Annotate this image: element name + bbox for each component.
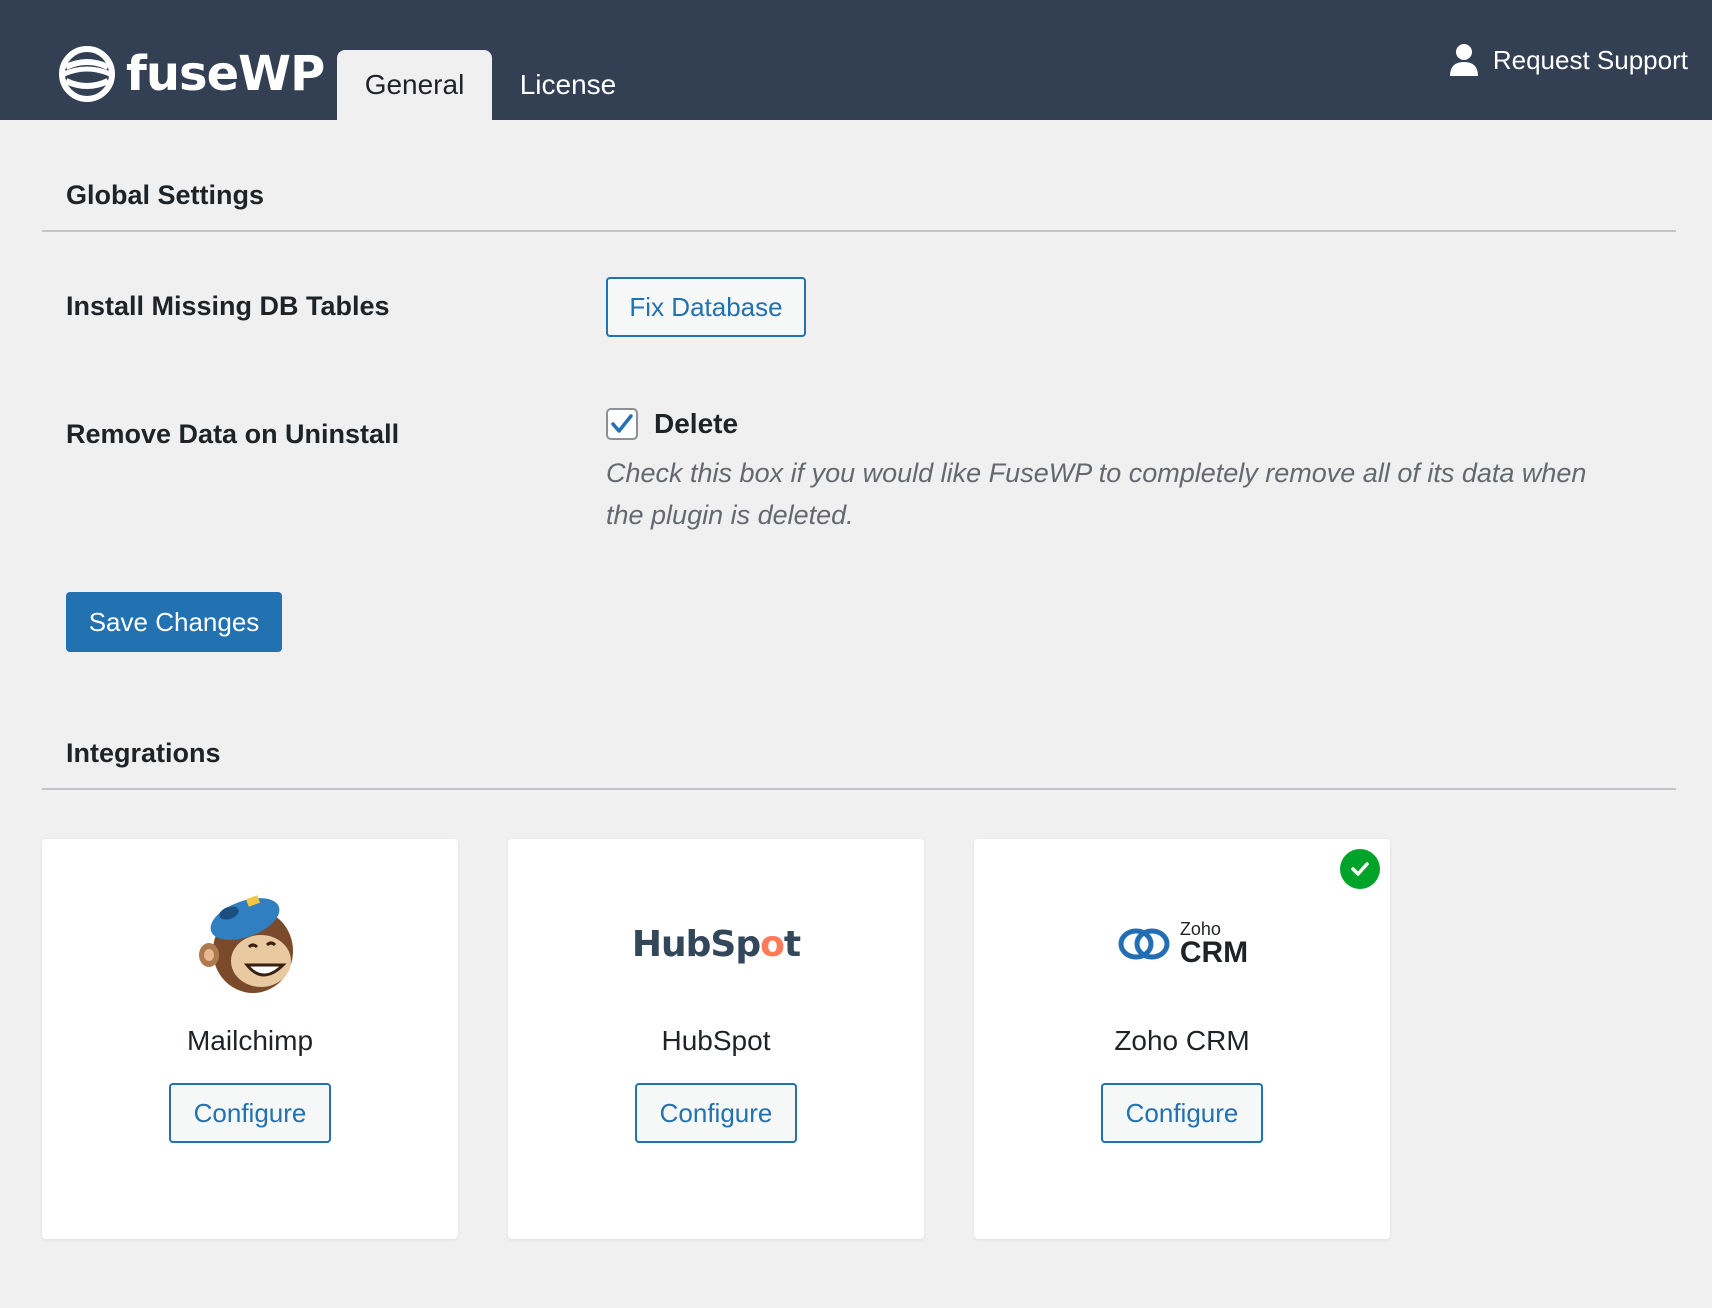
zoho-logo-text: Zoho CRM [1180, 920, 1248, 968]
fusewp-logo[interactable]: fuseWP [58, 44, 325, 104]
top-header: fuseWP General License Request Support [0, 0, 1712, 120]
zoho-big-text: CRM [1179, 936, 1249, 969]
configure-mailchimp-button[interactable]: Configure [169, 1083, 331, 1143]
user-icon [1449, 44, 1478, 76]
hubspot-logo-part: t [783, 923, 801, 965]
integration-name: HubSpot [661, 1025, 771, 1056]
connected-check-icon [1340, 849, 1380, 889]
fix-database-button[interactable]: Fix Database [606, 277, 806, 337]
mailchimp-icon [199, 895, 293, 993]
hubspot-logo: HubSpot [508, 889, 924, 999]
checkmark-icon [611, 414, 633, 433]
logo-text: fuseWP [126, 46, 325, 102]
divider [42, 230, 1676, 232]
save-changes-button[interactable]: Save Changes [66, 592, 282, 652]
integration-card-zoho-crm: Zoho CRM Zoho CRM Configure [974, 839, 1390, 1239]
fusewp-logo-icon [59, 46, 115, 102]
check-icon [1351, 862, 1369, 876]
divider [42, 788, 1676, 790]
zoho-crm-logo: Zoho CRM [974, 889, 1390, 999]
delete-checkbox-row[interactable]: Delete [606, 408, 738, 440]
hubspot-logo-part: HubSp [631, 923, 761, 965]
hubspot-sprocket-icon: o [760, 923, 785, 965]
hubspot-logo-text: HubSpot [631, 923, 801, 965]
mailchimp-logo [42, 889, 458, 999]
remove-data-description: Check this box if you would like FuseWP … [606, 458, 1587, 530]
install-db-label: Install Missing DB Tables [66, 291, 390, 321]
integration-card-hubspot: HubSpot HubSpot Configure [508, 839, 924, 1239]
remove-data-label: Remove Data on Uninstall [66, 419, 400, 449]
integration-card-mailchimp: Mailchimp Configure [42, 839, 458, 1239]
zoho-logo-group: Zoho CRM [1116, 920, 1248, 968]
tab-general[interactable]: General [337, 50, 492, 120]
integrations-title: Integrations [66, 738, 221, 768]
delete-checkbox[interactable] [606, 408, 638, 440]
request-support-label: Request Support [1492, 44, 1688, 75]
tab-license[interactable]: License [508, 50, 628, 120]
integration-name: Zoho CRM [1114, 1025, 1250, 1056]
integration-name: Mailchimp [186, 1025, 314, 1056]
configure-zoho-crm-button[interactable]: Configure [1101, 1083, 1263, 1143]
delete-checkbox-label[interactable]: Delete [654, 408, 738, 440]
global-settings-title: Global Settings [66, 180, 265, 210]
configure-hubspot-button[interactable]: Configure [635, 1083, 797, 1143]
zoho-link-icon [1118, 928, 1170, 960]
request-support-link[interactable]: Request Support [1449, 40, 1688, 80]
